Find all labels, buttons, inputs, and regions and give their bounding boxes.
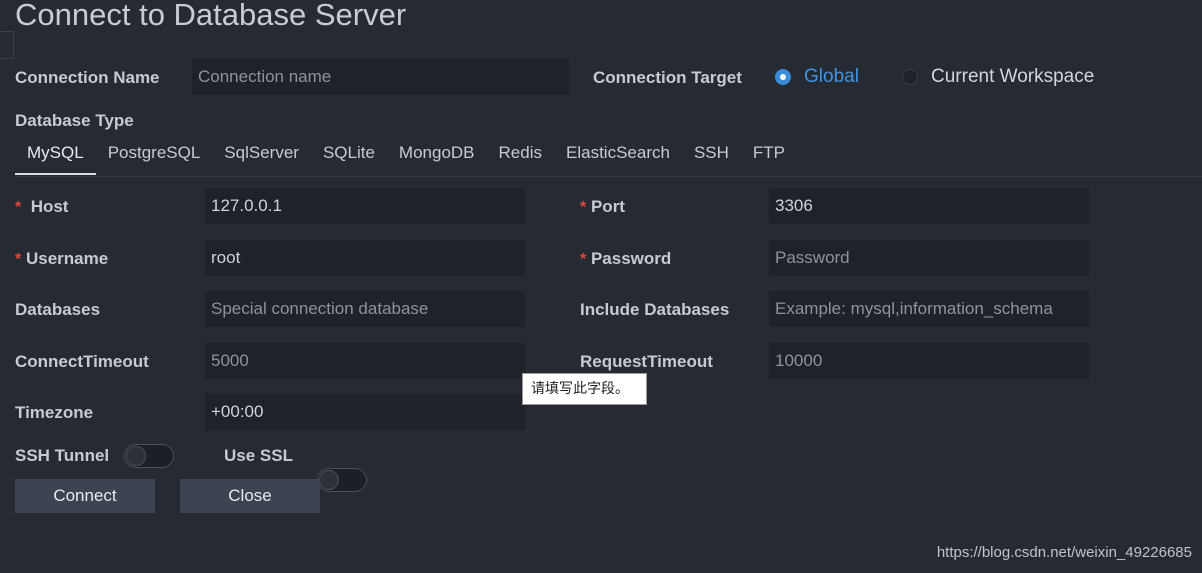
required-marker: * [15,199,22,216]
toggle-knob [126,446,146,466]
host-label-text: Host [30,197,69,216]
include-databases-label: Include Databases [580,300,730,319]
password-input[interactable] [769,240,1089,276]
include-databases-input[interactable] [769,291,1089,327]
radio-checked-icon [775,69,791,85]
ssh-tunnel-toggle[interactable] [124,444,174,468]
side-panel-handle[interactable] [0,31,14,59]
toggle-knob [319,470,339,490]
database-type-label: Database Type [15,111,134,130]
tab-elasticsearch[interactable]: ElasticSearch [554,140,682,171]
tab-sqlserver[interactable]: SqlServer [212,140,311,171]
connection-name-input[interactable] [192,59,569,95]
target-global-radio[interactable]: Global [775,66,859,88]
tab-ftp[interactable]: FTP [741,140,797,171]
username-label-text: Username [25,249,109,268]
required-marker: * [580,251,587,268]
tab-mysql[interactable]: MySQL [15,140,96,175]
required-marker: * [580,199,587,216]
timezone-label: Timezone [15,403,94,422]
host-input[interactable] [205,188,525,224]
connect-button[interactable]: Connect [15,479,155,513]
username-label: * Username [15,249,108,269]
tab-ssh[interactable]: SSH [682,140,741,171]
radio-unchecked-icon [902,69,918,85]
databases-input[interactable] [205,291,525,327]
database-type-tabs: MySQL PostgreSQL SqlServer SQLite MongoD… [15,140,1202,177]
connect-timeout-input[interactable] [205,343,525,379]
password-label-text: Password [590,249,672,268]
connection-name-label: Connection Name [15,68,160,87]
target-global-label: Global [804,66,859,87]
request-timeout-input[interactable] [769,343,1089,379]
required-marker: * [15,251,22,268]
tab-postgresql[interactable]: PostgreSQL [96,140,213,171]
target-current-workspace-label: Current Workspace [931,66,1095,87]
username-input[interactable] [205,240,525,276]
port-label: * Port [580,197,625,217]
connect-timeout-label: ConnectTimeout [15,352,149,371]
target-current-workspace-radio[interactable]: Current Workspace [902,66,1094,88]
port-input[interactable] [769,188,1089,224]
timezone-input[interactable] [205,394,525,430]
close-button[interactable]: Close [180,479,320,513]
tab-redis[interactable]: Redis [487,140,554,171]
connection-target-label: Connection Target [593,68,742,87]
password-label: * Password [580,249,671,269]
tab-mongodb[interactable]: MongoDB [387,140,487,171]
request-timeout-label: RequestTimeout [580,352,713,371]
validation-tooltip: 请填写此字段。 [522,373,647,405]
page-title: Connect to Database Server [15,0,407,32]
databases-label: Databases [15,300,101,319]
use-ssl-label: Use SSL [224,446,293,465]
use-ssl-toggle[interactable] [317,468,367,492]
port-label-text: Port [590,197,625,216]
tab-sqlite[interactable]: SQLite [311,140,387,171]
watermark-url: https://blog.csdn.net/weixin_49226685 [936,544,1192,561]
ssh-tunnel-label: SSH Tunnel [15,446,110,465]
host-label: * Host [15,197,68,217]
